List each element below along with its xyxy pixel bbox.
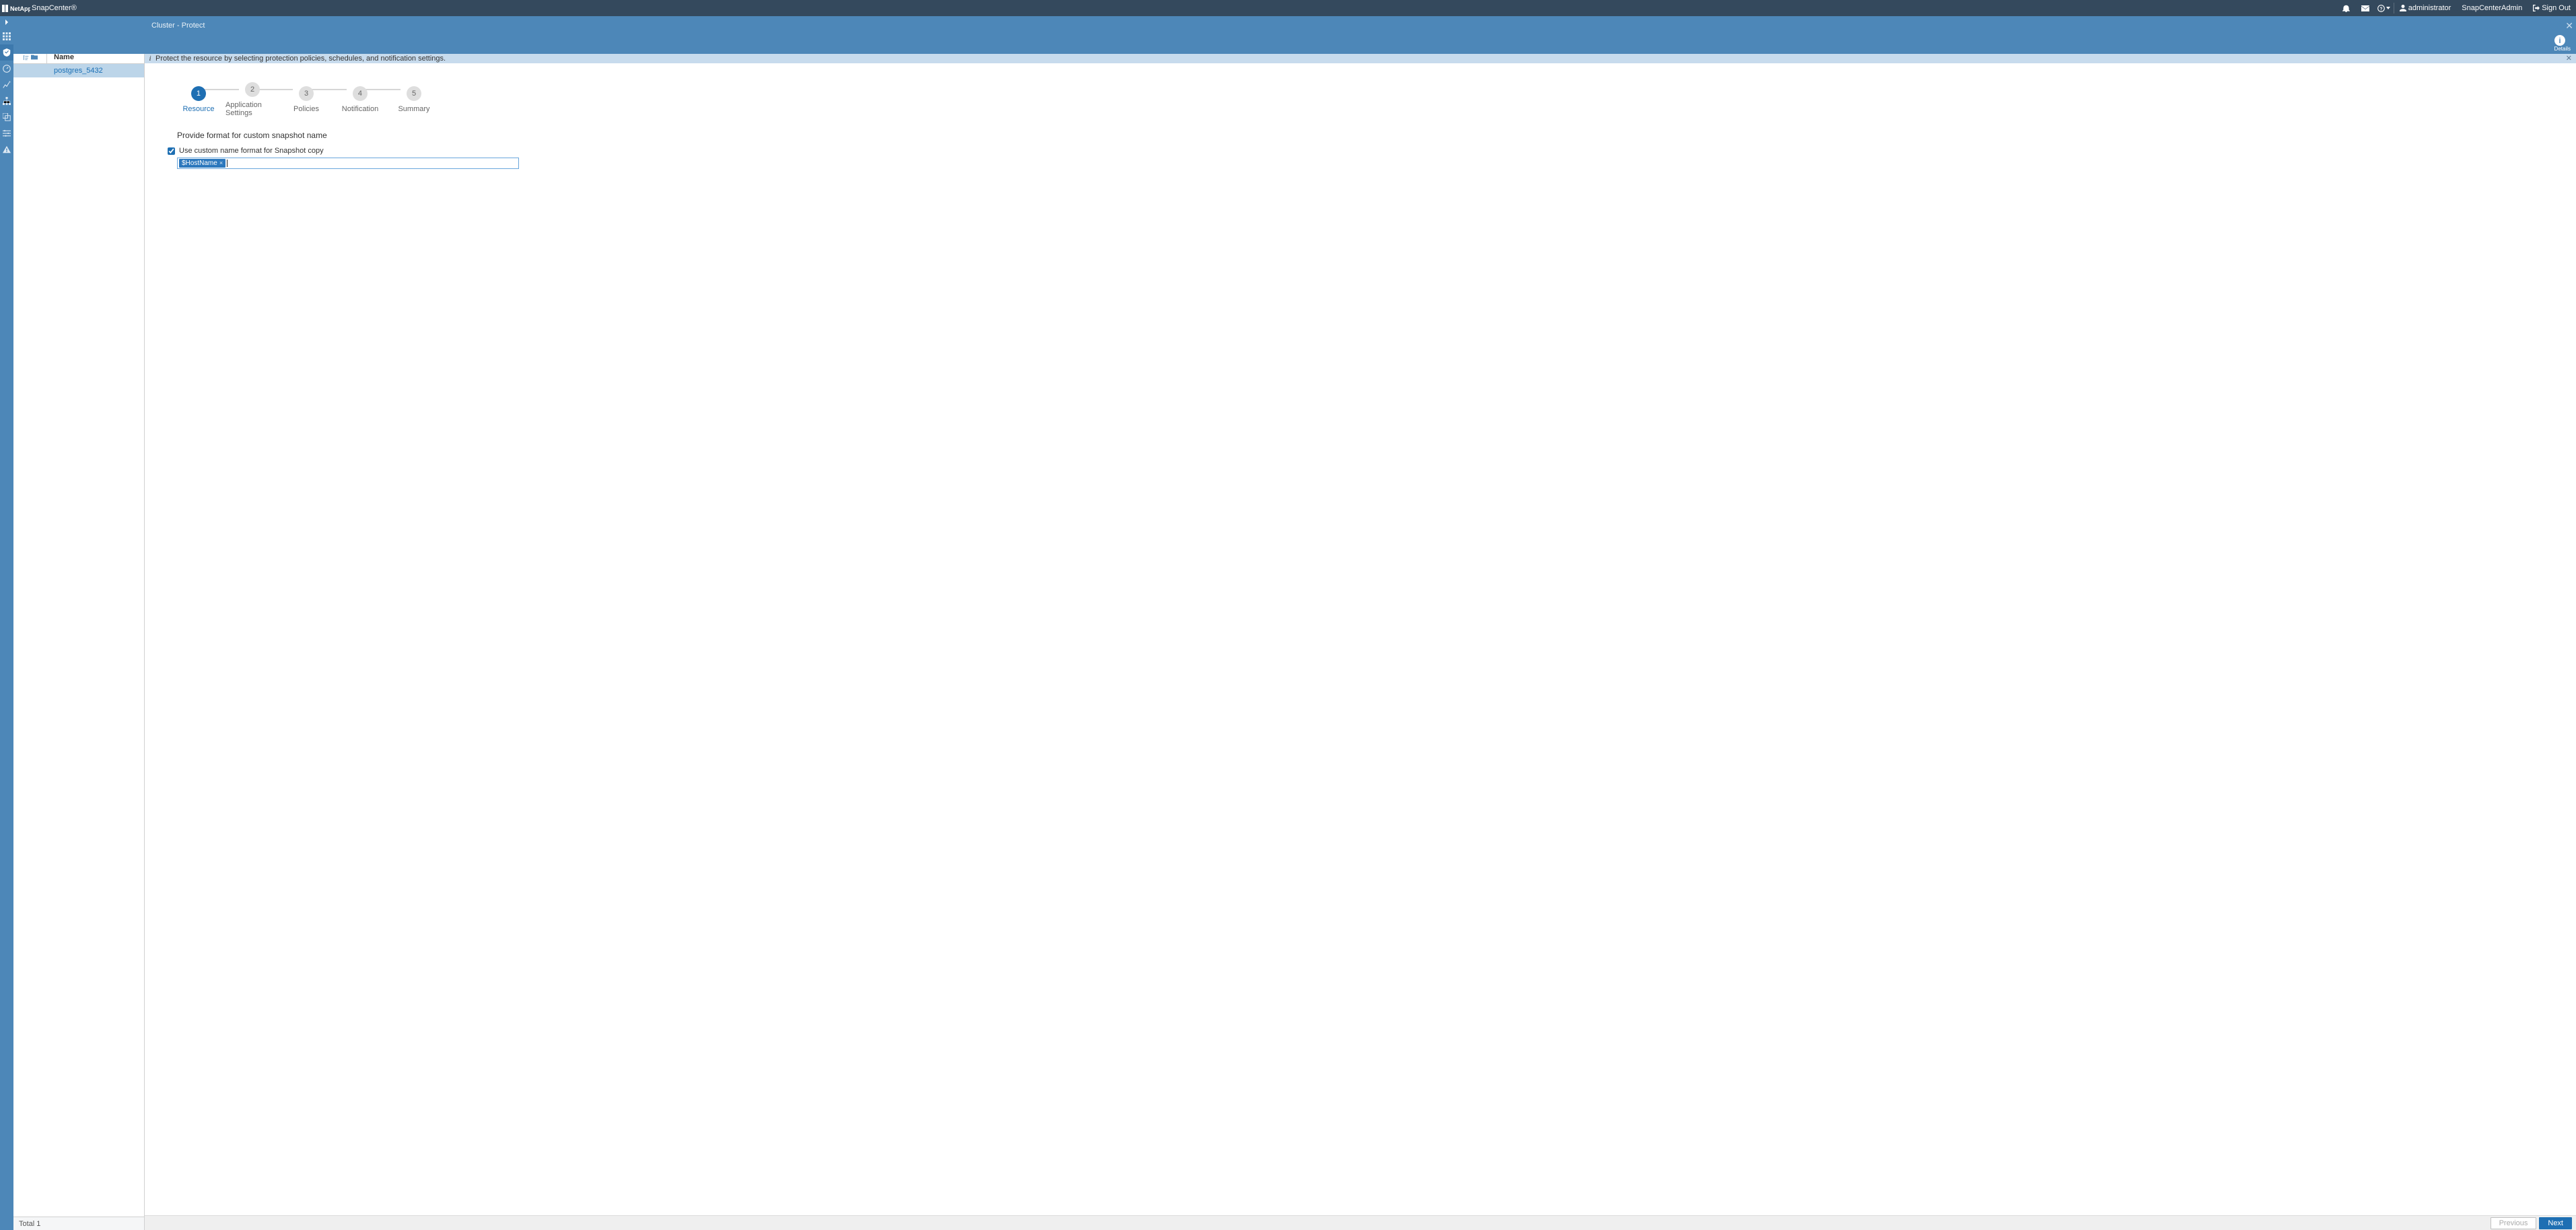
nav-alerts[interactable] <box>0 141 13 158</box>
breadcrumb: Cluster - Protect <box>145 16 211 35</box>
svg-text:?: ? <box>2380 7 2383 11</box>
user-menu[interactable]: administrator <box>2394 0 2457 16</box>
column-name: Name <box>47 53 74 61</box>
resource-form: Provide format for custom snapshot name … <box>145 117 522 169</box>
shield-icon <box>3 48 11 57</box>
form-heading: Provide format for custom snapshot name <box>177 131 522 140</box>
chart-icon <box>3 81 11 89</box>
clone-icon <box>3 113 11 121</box>
token-hostname[interactable]: $HostName × <box>179 159 225 168</box>
next-button[interactable]: Next <box>2539 1217 2572 1229</box>
nav-monitor[interactable] <box>0 61 13 77</box>
info-icon: i <box>145 55 155 63</box>
sign-out-label: Sign Out <box>2542 4 2571 12</box>
snapshot-name-field[interactable]: $HostName × <box>177 158 519 169</box>
custom-name-checkbox-row[interactable]: Use custom name format for Snapshot copy <box>168 147 522 155</box>
help-icon: ? <box>2377 5 2385 12</box>
resource-name: postgres_5432 <box>47 67 103 75</box>
svg-text:i: i <box>2558 37 2561 45</box>
gauge-icon <box>3 65 11 73</box>
info-dismiss[interactable]: ✕ <box>2566 55 2572 63</box>
info-bar: i Protect the resource by selecting prot… <box>145 54 2576 63</box>
custom-name-checkbox[interactable] <box>168 147 175 155</box>
step-application-settings[interactable]: 2Application Settings <box>225 82 279 117</box>
nav-settings[interactable] <box>0 125 13 141</box>
resource-rows: postgres_5432 <box>13 64 144 1217</box>
text-caret <box>227 160 228 167</box>
info-icon: i <box>2554 35 2565 46</box>
messages-button[interactable] <box>2356 0 2375 16</box>
wizard-steps: 1Resource 2Application Settings 3Policie… <box>145 63 2576 117</box>
table-row[interactable]: postgres_5432 <box>13 64 144 77</box>
nav-hosts[interactable] <box>0 93 13 109</box>
token-text: $HostName <box>182 159 217 168</box>
topbar: NetApp SnapCenter® ? administrator SnapC… <box>0 0 2576 16</box>
notifications-button[interactable] <box>2337 0 2356 16</box>
custom-name-checkbox-label: Use custom name format for Snapshot copy <box>179 147 324 155</box>
info-text: Protect the resource by selecting protec… <box>155 55 446 63</box>
step-connectors <box>178 89 407 92</box>
signout-icon <box>2533 5 2540 11</box>
product-name: SnapCenter® <box>32 4 77 12</box>
nav-storage[interactable] <box>0 109 13 125</box>
grid-icon <box>3 32 11 40</box>
close-button[interactable]: ✕ <box>2565 20 2573 32</box>
role-menu[interactable]: SnapCenterAdmin <box>2456 0 2528 16</box>
brand: NetApp SnapCenter® <box>0 4 81 12</box>
chevron-right-icon <box>4 20 9 25</box>
netapp-logo-icon: NetApp <box>2 5 30 12</box>
nav-reports[interactable] <box>0 77 13 93</box>
alert-icon <box>3 145 11 153</box>
resource-footer: Total 1 <box>13 1217 144 1230</box>
role-label: SnapCenterAdmin <box>2462 4 2522 12</box>
wizard-footer: Previous Next <box>145 1215 2576 1230</box>
folder-icon <box>31 54 38 61</box>
svg-text:NetApp: NetApp <box>10 5 30 12</box>
details-button[interactable]: i Details <box>2554 35 2571 52</box>
wizard-content: 1Resource 2Application Settings 3Policie… <box>145 63 2576 1230</box>
nav-resources[interactable] <box>0 44 13 61</box>
sliders-icon <box>3 129 11 137</box>
previous-button: Previous <box>2491 1217 2537 1229</box>
sub-header: Cluster - Protect ✕ i Details <box>13 16 2576 54</box>
nav-rail <box>0 16 13 1230</box>
caret-down-icon <box>2386 7 2390 9</box>
user-label: administrator <box>2408 4 2451 12</box>
network-icon <box>3 97 11 105</box>
mail-icon <box>2361 5 2369 11</box>
sign-out-button[interactable]: Sign Out <box>2528 0 2576 16</box>
main: i Protect the resource by selecting prot… <box>145 54 2576 1230</box>
resource-panel: PostgreSQL Name postgres_5432 Total 1 <box>13 16 145 1230</box>
user-icon <box>2400 5 2406 11</box>
details-label: Details <box>2554 46 2571 52</box>
token-remove-icon[interactable]: × <box>219 159 223 168</box>
help-button[interactable]: ? <box>2375 0 2394 16</box>
bell-icon <box>2342 5 2350 12</box>
nav-dashboard[interactable] <box>0 28 13 44</box>
sort-icon <box>23 54 30 61</box>
nav-toggle[interactable] <box>0 16 13 28</box>
